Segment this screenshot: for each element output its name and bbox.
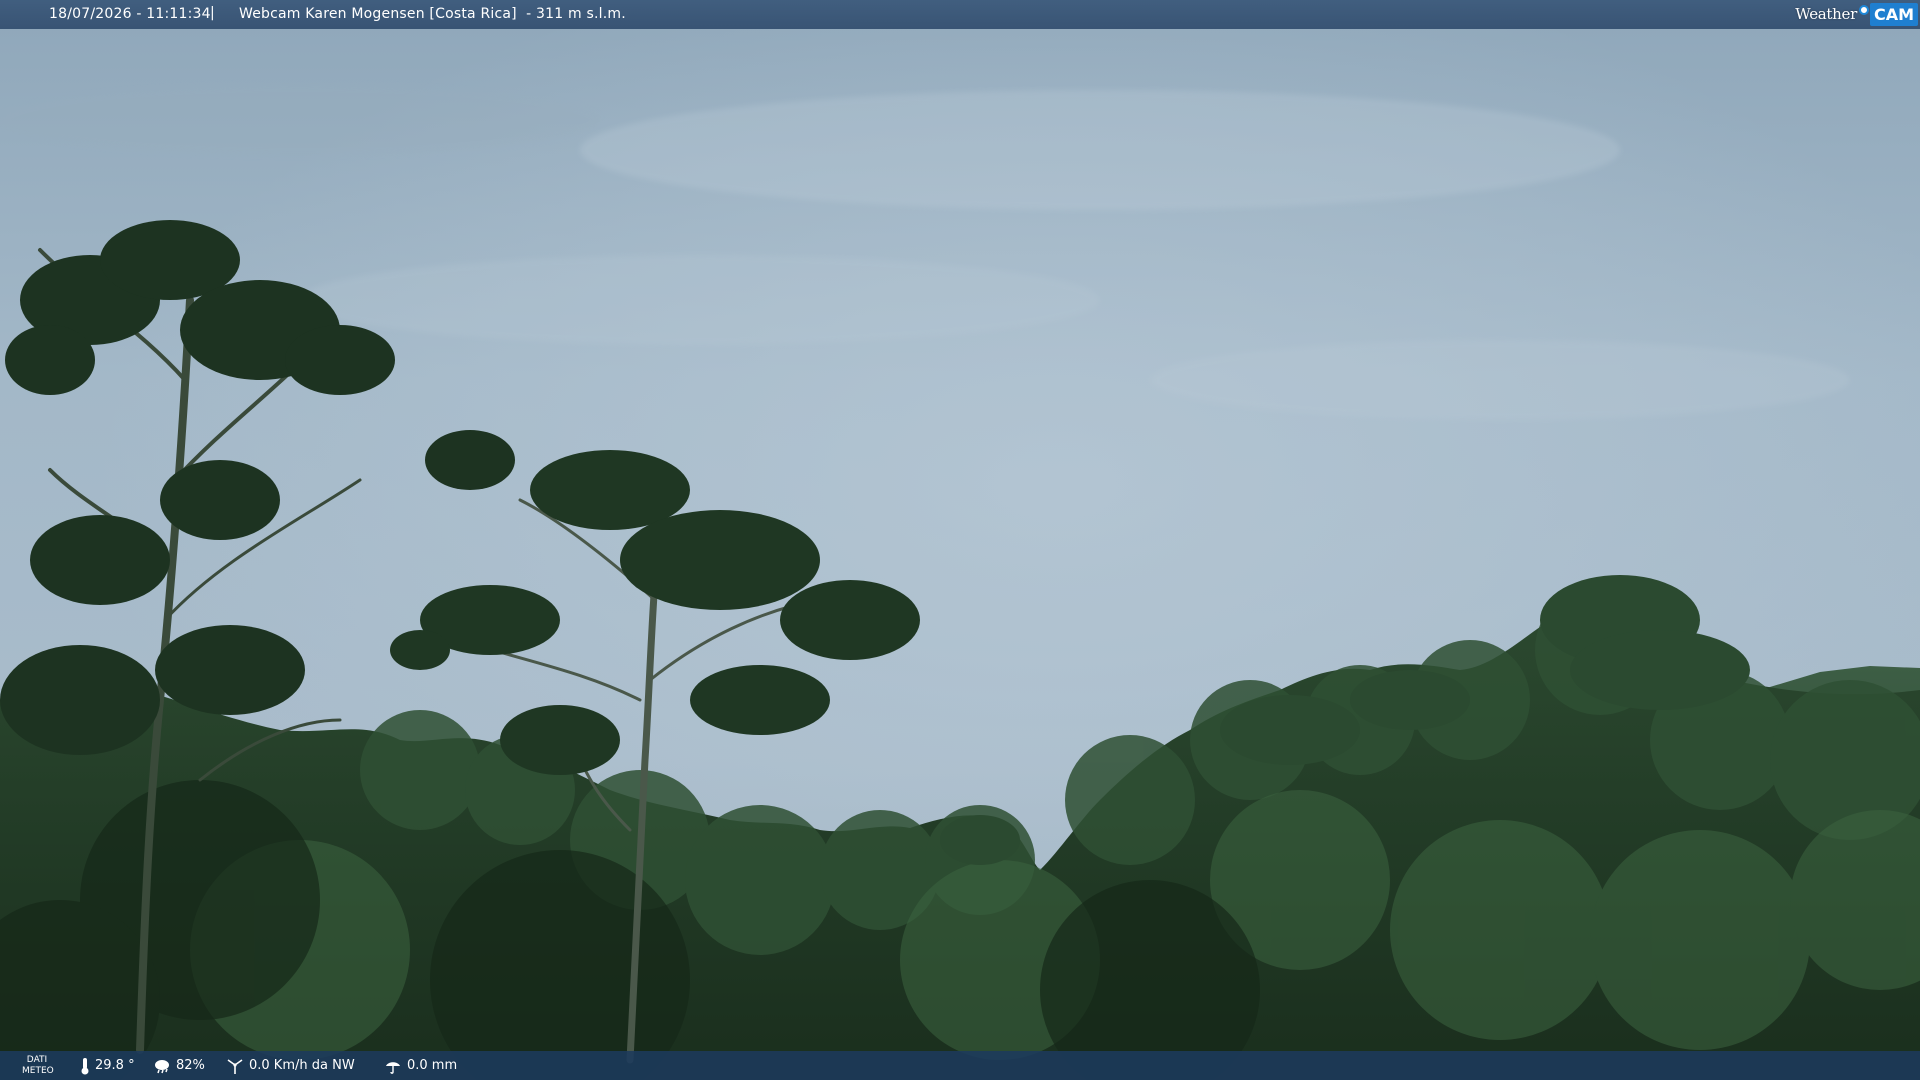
label-line-1: DATI [26,1055,48,1065]
humidity-value: 82% [176,1058,205,1073]
rain-reading: 0.0 mm [384,1051,457,1080]
humidity-icon [155,1059,169,1073]
webcam-frame: 18/07/2026 - 11:11:34 | Webcam Karen Mog… [0,0,1920,1080]
webcam-image [0,0,1920,1080]
logo-weather-text: Weather [1795,5,1857,23]
webcam-title: Webcam Karen Mogensen [Costa Rica] - 311… [239,6,626,22]
top-info-bar: 18/07/2026 - 11:11:34 | Webcam Karen Mog… [0,0,1920,29]
temperature-value: 29.8 ° [95,1058,135,1073]
weather-data-label: DATI METEO [22,1055,54,1077]
temperature-reading: 29.8 ° [80,1051,135,1080]
humidity-reading: 82% [153,1051,205,1080]
wind-icon [227,1058,243,1074]
timestamp: 18/07/2026 - 11:11:34 [49,6,211,22]
rain-value: 0.0 mm [407,1058,458,1073]
logo-cam-text: CAM [1869,2,1918,26]
wind-value: 0.0 Km/h da NW [249,1058,355,1073]
thermometer-icon [81,1057,89,1074]
separator: | [210,5,215,21]
logo-dot-icon [1858,5,1869,15]
weathercam-logo: Weather CAM [1795,2,1918,26]
wind-reading: 0.0 Km/h da NW [226,1051,355,1080]
rain-icon [386,1061,400,1074]
bottom-weather-bar: DATI METEO 29.8 ° 82% 0.0 Km/h da NW 0.0… [0,1051,1920,1080]
label-line-2: METEO [22,1066,54,1076]
